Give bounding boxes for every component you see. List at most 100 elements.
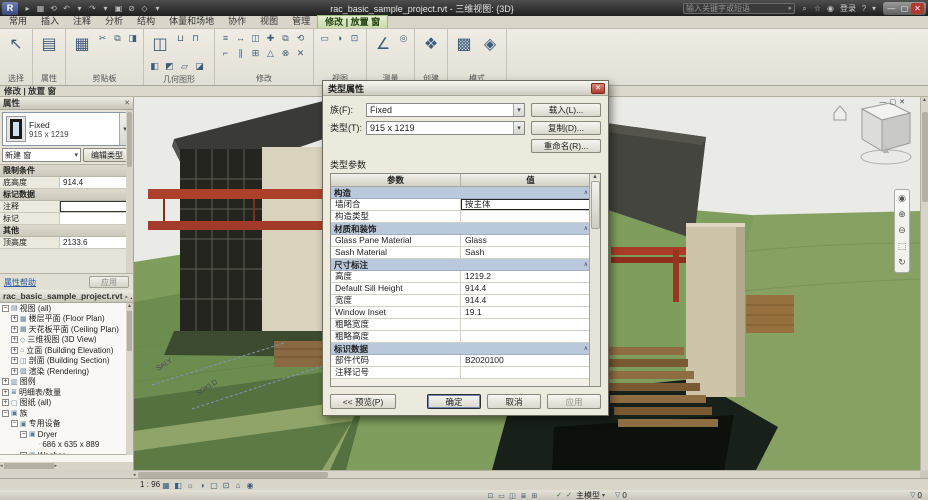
ribbon-tab-4[interactable]: 结构 xyxy=(130,15,162,28)
property-value[interactable]: 2133.6 xyxy=(60,237,133,248)
measure-icon[interactable]: ⊘ xyxy=(126,4,137,13)
tree-expand-icon[interactable]: − xyxy=(11,420,18,428)
tree-item-3[interactable]: + ◇ 三维视图 (3D View) xyxy=(0,335,133,346)
cut-geometry-icon[interactable]: ◫ xyxy=(148,32,172,58)
tree-expand-icon[interactable]: − xyxy=(2,304,9,312)
rename-button[interactable]: 重命名(R)... xyxy=(531,138,601,153)
copy-element-icon[interactable]: ⧉ xyxy=(279,32,292,45)
property-value[interactable] xyxy=(60,201,133,212)
ribbon-tab-5[interactable]: 体量和场地 xyxy=(162,15,221,28)
ribbon-tab-8[interactable]: 管理 xyxy=(285,15,317,28)
qat-dropdown-icon[interactable]: ▾ xyxy=(152,4,163,13)
match-type-icon[interactable]: ◨ xyxy=(126,32,139,45)
edit-type-button[interactable]: 编辑类型 xyxy=(83,148,131,162)
tree-expand-icon[interactable]: + xyxy=(11,367,18,375)
canvas-vertical-scrollbar[interactable]: ▲ xyxy=(920,97,928,470)
property-value[interactable] xyxy=(60,213,133,224)
show-crop-icon[interactable]: ⊡ xyxy=(220,481,232,490)
search-icon[interactable]: ⌕ xyxy=(799,4,810,14)
table-scrollbar[interactable]: ▲ xyxy=(589,174,600,386)
load-button[interactable]: 载入(L)... xyxy=(531,102,601,117)
tree-item-2[interactable]: + ▦ 天花板平面 (Ceiling Plan) xyxy=(0,324,133,335)
properties-scrollbar[interactable] xyxy=(126,110,133,273)
tree-item-10[interactable]: − ▣ 族 xyxy=(0,408,133,419)
param-group-0[interactable]: 构造 ∧ xyxy=(331,187,591,199)
save-icon[interactable]: ▦ xyxy=(35,4,46,13)
tree-item-13[interactable]: · 686 x 635 x 889 xyxy=(0,440,133,451)
view-window-icon[interactable]: ⊡ xyxy=(348,32,361,45)
param-value[interactable]: 按主体 xyxy=(461,199,591,210)
property-value[interactable]: 914.4 xyxy=(60,177,133,188)
tree-item-9[interactable]: + ▢ 图纸 (all) xyxy=(0,398,133,409)
type-dropdown[interactable]: 915 x 1219 ▾ xyxy=(366,120,525,135)
shadows-icon[interactable]: ◑ xyxy=(196,481,208,490)
editable-only-icon[interactable]: ⊡ xyxy=(485,492,496,500)
ribbon-tab-3[interactable]: 分析 xyxy=(98,15,130,28)
close-button[interactable]: ✕ xyxy=(911,2,924,14)
split-icon[interactable]: ∥ xyxy=(234,47,247,60)
delete-icon[interactable]: ✕ xyxy=(294,47,307,60)
tree-expand-icon[interactable]: − xyxy=(2,409,9,417)
param-value[interactable] xyxy=(461,367,591,378)
offset-icon[interactable]: ↔ xyxy=(234,32,247,45)
tree-expand-icon[interactable]: − xyxy=(20,451,27,454)
tree-item-11[interactable]: − ▣ 专用设备 xyxy=(0,419,133,430)
join-icon[interactable]: ⊔ xyxy=(174,32,187,45)
tree-item-6[interactable]: + ▨ 渲染 (Rendering) xyxy=(0,366,133,377)
tree-expand-icon[interactable]: + xyxy=(11,315,18,323)
mirror-icon[interactable]: ◫ xyxy=(249,32,262,45)
tree-expand-icon[interactable]: + xyxy=(2,388,9,396)
tree-expand-icon[interactable]: + xyxy=(11,325,18,333)
param-value[interactable]: 914.4 xyxy=(461,295,591,306)
ribbon-tab-9[interactable]: 修改 | 放置 窗 xyxy=(317,15,389,28)
model-in-place-icon[interactable]: ◈ xyxy=(478,32,502,58)
remove-coping-icon[interactable]: ◩ xyxy=(163,60,176,73)
zoom-out-icon[interactable]: ⊖ xyxy=(898,222,906,238)
tree-expand-icon[interactable]: − xyxy=(20,430,27,438)
copy-icon[interactable]: ⧉ xyxy=(111,32,124,45)
scale-button[interactable]: 1 : 96 xyxy=(140,480,160,489)
search-box[interactable]: 输入关键字或短语 ▸ xyxy=(683,2,795,14)
param-value[interactable]: 1219.2 xyxy=(461,271,591,282)
new-element-dropdown[interactable]: 新建 窗 ▾ xyxy=(2,148,81,162)
search-input[interactable]: 输入关键字或短语 xyxy=(686,3,788,14)
orbit-icon[interactable]: ↻ xyxy=(898,254,906,270)
chevron-down-icon[interactable]: ▾ xyxy=(513,121,524,134)
open-icon[interactable]: ▸ xyxy=(22,4,33,13)
select-pinned-icon[interactable]: ≣ xyxy=(518,492,529,500)
dimension-icon[interactable]: ◎ xyxy=(397,32,410,45)
tree-expand-icon[interactable]: + xyxy=(2,378,9,386)
unjoin-icon[interactable]: ▱ xyxy=(178,60,191,73)
demolish-icon[interactable]: ◪ xyxy=(193,60,206,73)
pan-icon[interactable]: ⬚ xyxy=(898,238,907,254)
drag-on-selection-icon[interactable]: ⊞ xyxy=(529,492,540,500)
select-underlay-icon[interactable]: ◫ xyxy=(507,492,518,500)
view-window-controls[interactable]: —▢✕ xyxy=(880,98,908,106)
cut-icon[interactable]: ✂ xyxy=(96,32,109,45)
param-group-3[interactable]: 材质和装饰 ∧ xyxy=(331,223,591,235)
3d-view-icon[interactable]: ◇ xyxy=(139,4,150,13)
ok-button[interactable]: 确定 xyxy=(427,393,481,409)
dialog-apply-button[interactable]: 应用 xyxy=(547,393,601,409)
chevron-down-icon[interactable]: ▾ xyxy=(602,492,605,499)
star-icon[interactable]: ☆ xyxy=(812,4,823,13)
canvas-horizontal-scrollbar[interactable]: ◂ xyxy=(133,470,920,478)
param-value[interactable] xyxy=(461,331,591,342)
param-value[interactable]: B2020100 xyxy=(461,355,591,366)
app-menu-button[interactable]: R xyxy=(2,1,18,15)
properties-apply-button[interactable]: 应用 xyxy=(89,276,129,288)
help-dropdown-icon[interactable]: ▾ xyxy=(869,4,879,13)
tree-item-4[interactable]: + ⌂ 立面 (Building Elevation) xyxy=(0,345,133,356)
tree-item-12[interactable]: − ▣ Dryer xyxy=(0,429,133,440)
duplicate-button[interactable]: 复制(D)... xyxy=(531,120,601,135)
load-family-icon[interactable]: ▩ xyxy=(452,32,476,58)
minimize-button[interactable]: — xyxy=(885,4,898,13)
array-icon[interactable]: ⊞ xyxy=(249,47,262,60)
user-icon[interactable]: ◉ xyxy=(825,4,836,13)
param-value[interactable]: 19.1 xyxy=(461,307,591,318)
maximize-button[interactable]: ▢ xyxy=(898,4,911,13)
help-icon[interactable]: ? xyxy=(859,4,869,13)
chevron-down-icon[interactable]: ▾ xyxy=(513,103,524,116)
detail-level-icon[interactable]: ▦ xyxy=(160,481,172,490)
properties-help-link[interactable]: 属性帮助 xyxy=(4,277,36,288)
